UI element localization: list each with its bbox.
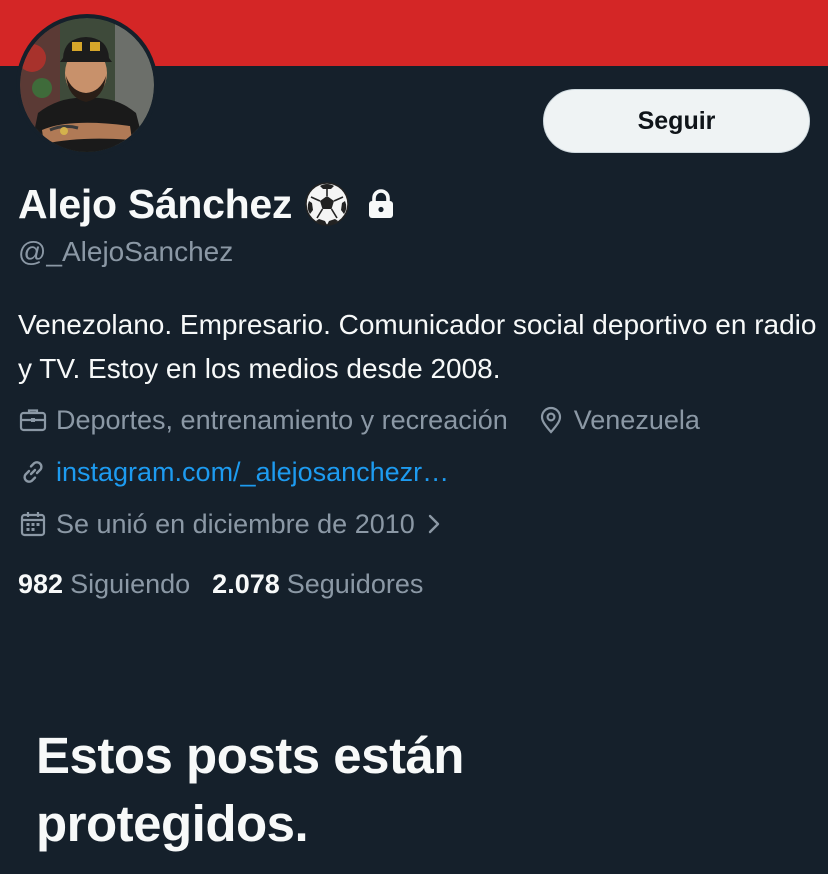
website-row: instagram.com/_alejosanchezr… [18,452,449,492]
followers-stat[interactable]: 2.078 Seguidores [212,569,423,600]
following-label: Siguiendo [70,568,191,599]
calendar-icon [18,509,48,539]
link-icon [18,457,48,487]
location-item: Venezuela [536,405,700,436]
followers-label: Seguidores [286,568,424,599]
display-name: Alejo Sánchez [18,180,293,227]
website-link[interactable]: instagram.com/_alejosanchezr… [56,457,449,488]
location-text: Venezuela [573,404,700,435]
category-text: Deportes, entrenamiento y recreación [56,404,508,435]
location-pin-icon [536,405,566,435]
joined-text: Se unió en diciembre de 2010 [56,508,415,539]
profile-name-row: Alejo Sánchez [18,176,396,232]
avatar-photo [20,18,154,152]
lock-icon [366,188,396,220]
followers-count: 2.078 [212,568,280,599]
profile-bio: Venezolano. Empresario. Comunicador soci… [18,309,817,384]
protected-posts-title: Estos posts están protegidos. [36,727,464,852]
follow-button[interactable]: Seguir [543,89,810,153]
profile-meta-row: Deportes, entrenamiento y recreación Ven… [18,400,700,440]
chevron-right-icon [423,509,453,539]
following-stat[interactable]: 982 Siguiendo [18,569,190,600]
category-item: Deportes, entrenamiento y recreación [18,405,508,436]
soccer-ball-icon [304,181,350,227]
avatar[interactable] [16,14,158,156]
briefcase-icon [18,405,48,435]
profile-stats: 982 Siguiendo 2.078 Seguidores [18,562,423,606]
profile-handle: @_AlejoSanchez [18,236,234,267]
joined-row[interactable]: Se unió en diciembre de 2010 [18,504,453,544]
following-count: 982 [18,568,64,599]
